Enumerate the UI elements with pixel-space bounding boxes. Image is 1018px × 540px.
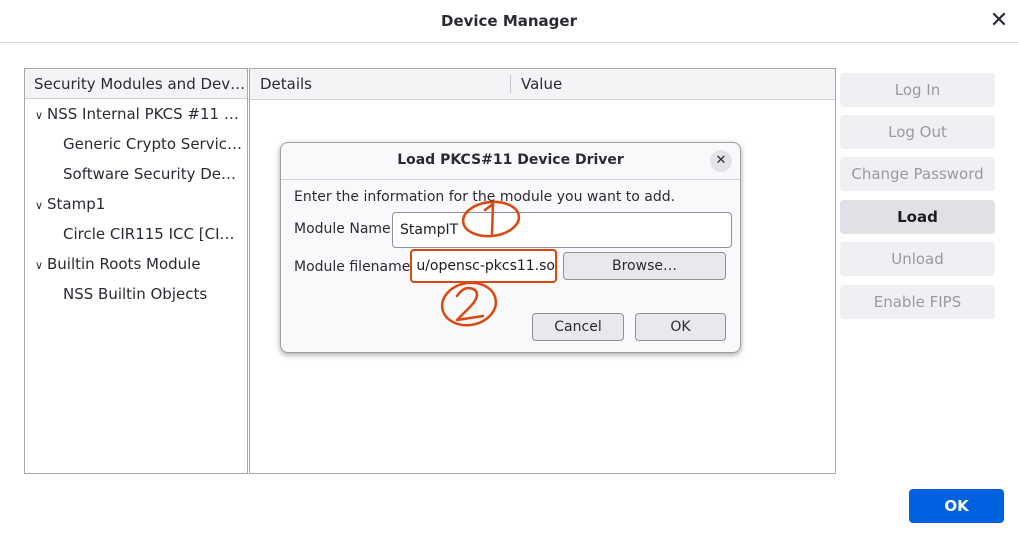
dialog-close-icon[interactable]: ✕ bbox=[710, 150, 732, 172]
tree-item[interactable]: Generic Crypto Services bbox=[25, 129, 247, 159]
security-modules-tree[interactable]: Security Modules and Devi… ∨ NSS Internal… bbox=[24, 68, 248, 474]
log-out-button[interactable]: Log Out bbox=[840, 115, 995, 149]
value-column-header[interactable]: Value bbox=[511, 69, 562, 99]
window-title: Device Manager bbox=[441, 12, 577, 30]
tree-item[interactable]: Circle CIR115 ICC [CIR115 … bbox=[25, 219, 247, 249]
module-filename-label: Module filename bbox=[294, 259, 411, 275]
title-bar: Device Manager ✕ bbox=[0, 0, 1018, 43]
tree-item[interactable]: ∨ Stamp1 bbox=[25, 189, 247, 219]
tree-rows: ∨NSS Internal PKCS #11 Mod…Generic Crypt… bbox=[25, 99, 247, 309]
tree-item-label: NSS Builtin Objects bbox=[63, 285, 208, 303]
dialog-cancel-button[interactable]: Cancel bbox=[532, 313, 624, 341]
load-device-driver-dialog: Load PKCS#11 Device Driver ✕ Enter the i… bbox=[280, 142, 741, 353]
tree-item-label: Generic Crypto Services bbox=[63, 135, 245, 153]
tree-item[interactable]: ∨NSS Internal PKCS #11 Mod… bbox=[25, 99, 247, 129]
tree-item-label: Stamp1 bbox=[47, 195, 106, 213]
dialog-title: Load PKCS#11 Device Driver bbox=[397, 152, 624, 168]
details-column-header[interactable]: Details bbox=[250, 75, 511, 93]
tree-item[interactable]: NSS Builtin Objects bbox=[25, 279, 247, 309]
enable-fips-button[interactable]: Enable FIPS bbox=[840, 285, 995, 319]
module-name-input[interactable]: StampIT bbox=[392, 212, 732, 248]
module-filename-input[interactable]: u/opensc-pkcs11.so bbox=[410, 249, 557, 283]
change-password-button[interactable]: Change Password bbox=[840, 157, 995, 191]
browse-button[interactable]: Browse… bbox=[563, 252, 726, 280]
dialog-divider bbox=[281, 179, 740, 180]
unload-button[interactable]: Unload bbox=[840, 242, 995, 276]
chevron-down-icon[interactable]: ∨ bbox=[31, 101, 47, 129]
details-header-row: Details Value bbox=[250, 69, 835, 100]
tree-item-label: Software Security Device bbox=[63, 165, 247, 183]
tree-column-header[interactable]: Security Modules and Devi… bbox=[25, 69, 247, 99]
tree-item[interactable]: Software Security Device bbox=[25, 159, 247, 189]
tree-item-label: Circle CIR115 ICC [CIR115 … bbox=[63, 225, 247, 243]
load-button[interactable]: Load bbox=[840, 200, 995, 234]
tree-item[interactable]: ∨ Builtin Roots Module bbox=[25, 249, 247, 279]
log-in-button[interactable]: Log In bbox=[840, 73, 995, 107]
chevron-down-icon[interactable]: ∨ bbox=[31, 251, 47, 279]
module-name-label: Module Name bbox=[294, 221, 391, 237]
module-filename-value: u/opensc-pkcs11.so bbox=[416, 258, 555, 274]
close-icon[interactable]: ✕ bbox=[986, 8, 1012, 34]
tree-item-label: Builtin Roots Module bbox=[47, 255, 201, 273]
ok-button[interactable]: OK bbox=[909, 489, 1004, 523]
dialog-intro-text: Enter the information for the module you… bbox=[294, 189, 676, 205]
chevron-down-icon[interactable]: ∨ bbox=[31, 191, 47, 219]
tree-item-label: NSS Internal PKCS #11 Mod… bbox=[47, 105, 247, 123]
dialog-ok-button[interactable]: OK bbox=[635, 313, 726, 341]
